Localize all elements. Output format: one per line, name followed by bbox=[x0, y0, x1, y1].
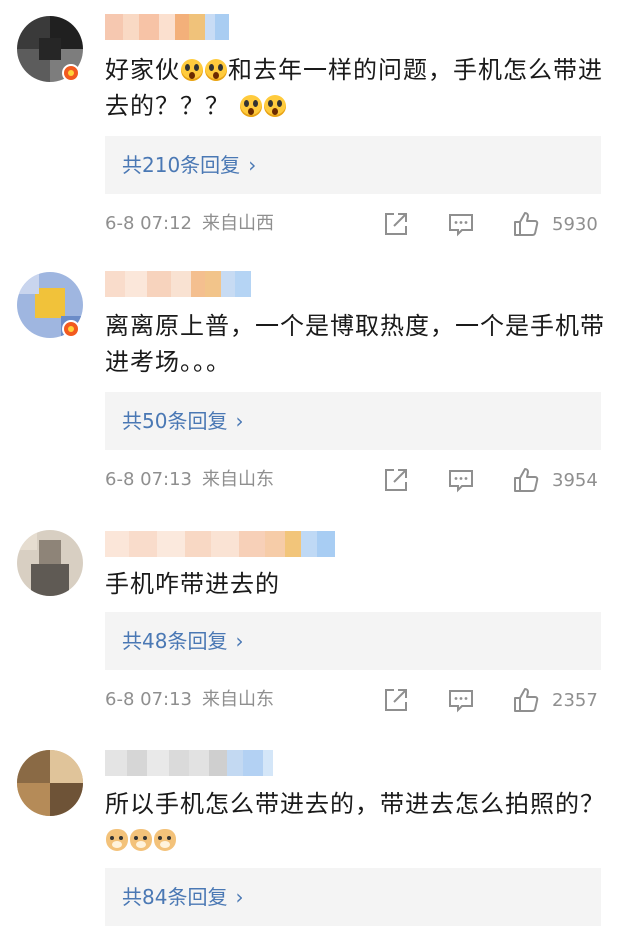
comment-text-part: 离离原上普，一个是博取热度，一个是手机带进考场。。。 bbox=[105, 312, 605, 376]
replies-label: 共50条回复 bbox=[122, 409, 228, 433]
replies-label: 共210条回复 bbox=[122, 153, 241, 177]
view-replies-button[interactable]: 共84条回复 › bbox=[105, 868, 601, 926]
like-icon bbox=[514, 468, 539, 492]
share-button[interactable] bbox=[383, 685, 409, 715]
doge-icon bbox=[130, 829, 152, 851]
username-blurred[interactable] bbox=[105, 271, 251, 297]
replies-label: 共84条回复 bbox=[122, 885, 228, 909]
comment-location: 来自山西 bbox=[202, 213, 274, 234]
comment-button[interactable] bbox=[448, 465, 474, 495]
avatar-pixel bbox=[39, 540, 61, 564]
avatar[interactable] bbox=[17, 750, 83, 816]
comment-text: 离离原上普，一个是博取热度，一个是手机带进考场。。。 bbox=[105, 308, 605, 380]
like-count: 3954 bbox=[552, 469, 598, 491]
share-icon bbox=[385, 469, 407, 491]
view-replies-button[interactable]: 共210条回复 › bbox=[105, 136, 601, 194]
member-badge-icon bbox=[62, 320, 80, 338]
avatar-pixel bbox=[50, 750, 83, 783]
avatar-pixel bbox=[17, 272, 39, 294]
comment-date: 6-8 07:12 bbox=[105, 213, 192, 234]
like-count: 5930 bbox=[552, 213, 598, 235]
comment-date: 6-8 07:13 bbox=[105, 469, 192, 490]
comment-text-part: 手机咋带进去的 bbox=[105, 570, 280, 598]
username-blurred[interactable] bbox=[105, 531, 335, 557]
view-replies-button[interactable]: 共50条回复 › bbox=[105, 392, 601, 450]
comment-date: 6-8 07:13 bbox=[105, 689, 192, 710]
doge-icon bbox=[106, 829, 128, 851]
username-blurred[interactable] bbox=[105, 14, 229, 40]
avatar-pixel bbox=[31, 564, 69, 596]
comment-button[interactable] bbox=[448, 685, 474, 715]
comment-icon bbox=[449, 214, 473, 237]
like-count: 2357 bbox=[552, 689, 598, 711]
shocked-face-icon bbox=[205, 59, 227, 81]
share-button[interactable] bbox=[383, 465, 409, 495]
comment-button[interactable] bbox=[448, 209, 474, 239]
comment-icon bbox=[449, 690, 473, 713]
comment-meta: 6-8 07:13 来自山东 bbox=[105, 685, 274, 715]
view-replies-button[interactable]: 共48条回复 › bbox=[105, 612, 601, 670]
member-badge-icon bbox=[62, 64, 80, 82]
chevron-right-icon: › bbox=[235, 409, 244, 433]
comment-icon bbox=[449, 470, 473, 493]
comment-meta: 6-8 07:13 来自山东 bbox=[105, 465, 274, 495]
share-button[interactable] bbox=[383, 209, 409, 239]
share-icon bbox=[385, 689, 407, 711]
avatar-pixel bbox=[50, 783, 83, 816]
replies-label: 共48条回复 bbox=[122, 629, 228, 653]
username-blurred[interactable] bbox=[105, 750, 273, 776]
comment-location: 来自山东 bbox=[202, 469, 274, 490]
like-icon bbox=[514, 688, 539, 712]
share-icon bbox=[385, 213, 407, 235]
doge-icon bbox=[154, 829, 176, 851]
avatar[interactable] bbox=[17, 530, 83, 596]
comment-text: 所以手机怎么带进去的，带进去怎么拍照的？ bbox=[105, 786, 605, 858]
avatar-pixel bbox=[39, 38, 61, 60]
like-button[interactable]: 3954 bbox=[512, 465, 598, 495]
shocked-face-icon bbox=[263, 95, 286, 117]
comment-text-part: 所以手机怎么带进去的，带进去怎么拍照的？ bbox=[105, 790, 605, 818]
avatar-pixel bbox=[17, 750, 50, 783]
comment-location: 来自山东 bbox=[202, 689, 274, 710]
chevron-right-icon: › bbox=[235, 885, 244, 909]
like-button[interactable]: 5930 bbox=[512, 209, 598, 239]
shocked-face-icon bbox=[239, 95, 262, 117]
chevron-right-icon: › bbox=[248, 153, 257, 177]
comment-text: 好家伙 和去年一样的问题，手机怎么带进去的？？？ bbox=[105, 52, 605, 124]
avatar-pixel bbox=[35, 288, 65, 318]
avatar-pixel bbox=[17, 530, 37, 550]
like-button[interactable]: 2357 bbox=[512, 685, 598, 715]
comment-meta: 6-8 07:12 来自山西 bbox=[105, 209, 274, 239]
like-icon bbox=[514, 212, 539, 236]
comment-text-part: 好家伙 bbox=[105, 56, 180, 84]
chevron-right-icon: › bbox=[235, 629, 244, 653]
shocked-face-icon bbox=[181, 59, 203, 81]
avatar-pixel bbox=[17, 783, 50, 816]
comment-text: 手机咋带进去的 bbox=[105, 566, 605, 602]
